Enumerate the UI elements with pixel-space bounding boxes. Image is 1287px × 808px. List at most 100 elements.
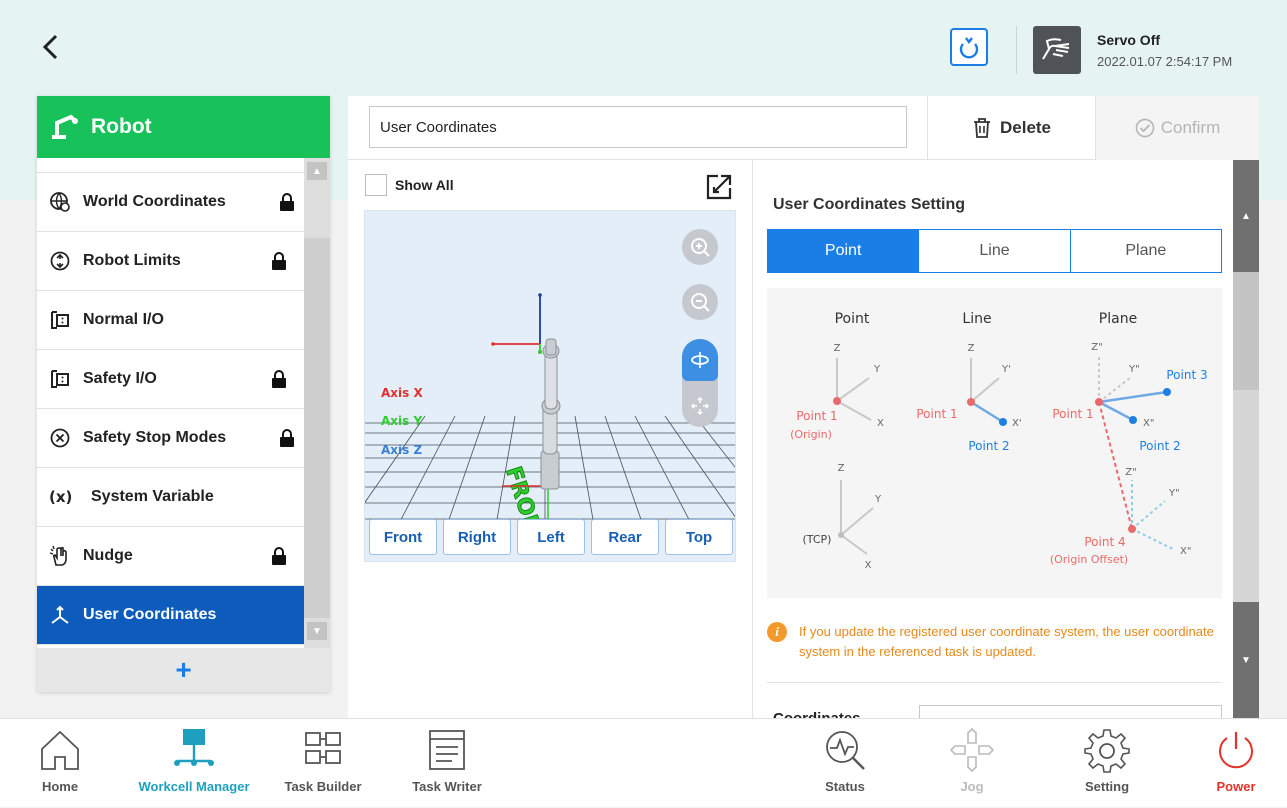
info-text: If you update the registered user coordi… (799, 624, 1214, 659)
nav-workcell-manager[interactable]: Workcell Manager (128, 719, 260, 808)
coordinate-name-input[interactable] (369, 106, 907, 148)
sidebar-item-label: User Coordinates (83, 606, 217, 623)
3d-robot-viewer[interactable]: FRONT Axis X Axis Y Axis Z Front Right L… (364, 210, 736, 562)
svg-text:Point 1: Point 1 (1052, 407, 1093, 421)
add-item-button[interactable]: + (37, 648, 330, 692)
info-icon: i (767, 622, 787, 642)
nav-task-writer[interactable]: Task Writer (404, 719, 490, 808)
lock-icon (272, 547, 286, 565)
nav-home[interactable]: Home (30, 719, 90, 808)
lock-icon (280, 193, 294, 211)
view-top-button[interactable]: Top (665, 519, 733, 555)
confirm-button[interactable]: Confirm (1095, 96, 1259, 160)
sidebar-item-safety-stop-modes[interactable]: Safety Stop Modes (37, 409, 304, 468)
show-all-toggle[interactable]: Show All (365, 174, 454, 196)
nav-task-builder[interactable]: Task Builder (276, 719, 370, 808)
sidebar: Robot World Coordinates Robot Limits Nor… (37, 96, 330, 692)
view-front-button[interactable]: Front (369, 519, 437, 555)
pan-icon (690, 396, 710, 416)
svg-text:X': X' (1012, 418, 1022, 429)
globe-gear-icon (49, 191, 71, 213)
nav-jog[interactable]: Jog (942, 719, 1002, 808)
settings-scroll-thumb[interactable] (1233, 272, 1259, 390)
svg-text:(Origin): (Origin) (790, 428, 832, 441)
pan-mode-button[interactable] (682, 385, 718, 427)
view-rear-button[interactable]: Rear (591, 519, 659, 555)
svg-text:Plane: Plane (1099, 311, 1137, 327)
task-writer-icon (422, 725, 472, 775)
svg-text:Line: Line (962, 311, 991, 327)
robot-scene: FRONT Axis X Axis Y Axis Z (365, 293, 735, 552)
svg-text:X": X" (1143, 418, 1154, 429)
rotate-mode-button[interactable] (682, 339, 718, 381)
view-right-button[interactable]: Right (443, 519, 511, 555)
svg-text:Y": Y" (1128, 364, 1140, 375)
back-button[interactable] (36, 30, 66, 64)
svg-text:X: X (865, 560, 872, 571)
power-icon (1211, 725, 1261, 775)
svg-text:Y: Y (874, 494, 882, 505)
sidebar-item-label: Nudge (83, 547, 133, 564)
scroll-up-button[interactable]: ▲ (307, 162, 327, 180)
zoom-out-button[interactable] (682, 284, 718, 320)
nav-label: Status (825, 779, 865, 794)
settings-scroll-up-button[interactable]: ▲ (1233, 160, 1259, 272)
svg-text:Point 2: Point 2 (968, 439, 1009, 453)
variable-icon: (x) (49, 486, 83, 508)
svg-text:(Origin Offset): (Origin Offset) (1050, 553, 1128, 566)
expand-button[interactable] (704, 172, 734, 202)
diagram-svg: Point Line Plane Z Y X Point 1 (Origin) (790, 311, 1208, 571)
sidebar-scrollbar[interactable]: ▲ ▼ (304, 158, 330, 648)
zoom-in-icon (691, 238, 710, 257)
header: Servo Off 2022.01.07 2:54:17 PM (0, 0, 1287, 95)
sidebar-item-label: Robot Limits (83, 252, 181, 269)
sidebar-item-system-variable[interactable]: (x) System Variable (37, 468, 304, 527)
refresh-icon (959, 37, 979, 59)
jog-icon (947, 725, 997, 775)
zoom-in-button[interactable] (682, 229, 718, 265)
scroll-down-button[interactable]: ▼ (307, 622, 327, 640)
svg-text:Point 3: Point 3 (1166, 368, 1207, 382)
svg-text:Point 4: Point 4 (1084, 535, 1125, 549)
sidebar-item-world-coordinates[interactable]: World Coordinates (37, 173, 304, 232)
svg-text:(TCP): (TCP) (803, 533, 832, 546)
sidebar-item-label: World Coordinates (83, 193, 226, 210)
sidebar-item-nudge[interactable]: Nudge (37, 527, 304, 586)
svg-text:Z: Z (838, 463, 845, 474)
settings-divider (767, 682, 1222, 683)
header-divider (1016, 26, 1017, 74)
svg-text:(x): (x) (49, 488, 72, 506)
sidebar-item-user-coordinates[interactable]: User Coordinates (37, 586, 304, 645)
show-all-checkbox[interactable] (365, 174, 387, 196)
settings-scroll-down-button[interactable]: ▼ (1233, 602, 1259, 718)
nav-setting[interactable]: Setting (1072, 719, 1142, 808)
svg-text:Y": Y" (1168, 488, 1180, 499)
nav-label: Workcell Manager (138, 779, 250, 794)
view-mode-group (682, 339, 718, 427)
delete-button[interactable]: Delete (927, 96, 1095, 160)
chevron-left-icon (42, 34, 58, 60)
coordinate-field-partial[interactable] (919, 705, 1222, 718)
nav-status[interactable]: Status (812, 719, 878, 808)
svg-text:Z: Z (968, 343, 975, 354)
svg-text:Z": Z" (1091, 342, 1102, 353)
refresh-button[interactable] (950, 28, 988, 66)
tab-plane[interactable]: Plane (1069, 230, 1221, 272)
limit-icon (49, 250, 71, 272)
toolbar: Delete Confirm (348, 96, 1259, 160)
sidebar-item-robot-limits[interactable]: Robot Limits (37, 232, 304, 291)
io-port-icon (49, 309, 71, 331)
info-notice: i If you update the registered user coor… (767, 622, 1222, 666)
tab-point[interactable]: Point (768, 230, 919, 272)
view-left-button[interactable]: Left (517, 519, 585, 555)
settings-scrollbar[interactable]: ▲ ▼ (1233, 160, 1259, 718)
sidebar-item-label: Normal I/O (83, 311, 164, 328)
svg-text:X": X" (1180, 546, 1191, 557)
nav-power[interactable]: Power (1204, 719, 1268, 808)
sidebar-item-safety-io[interactable]: Safety I/O (37, 350, 304, 409)
sidebar-title: Robot (91, 115, 152, 138)
tab-line[interactable]: Line (918, 230, 1070, 272)
sidebar-item-normal-io[interactable]: Normal I/O (37, 291, 304, 350)
axes-icon (49, 604, 71, 626)
sidebar-scroll-thumb[interactable] (304, 238, 330, 618)
